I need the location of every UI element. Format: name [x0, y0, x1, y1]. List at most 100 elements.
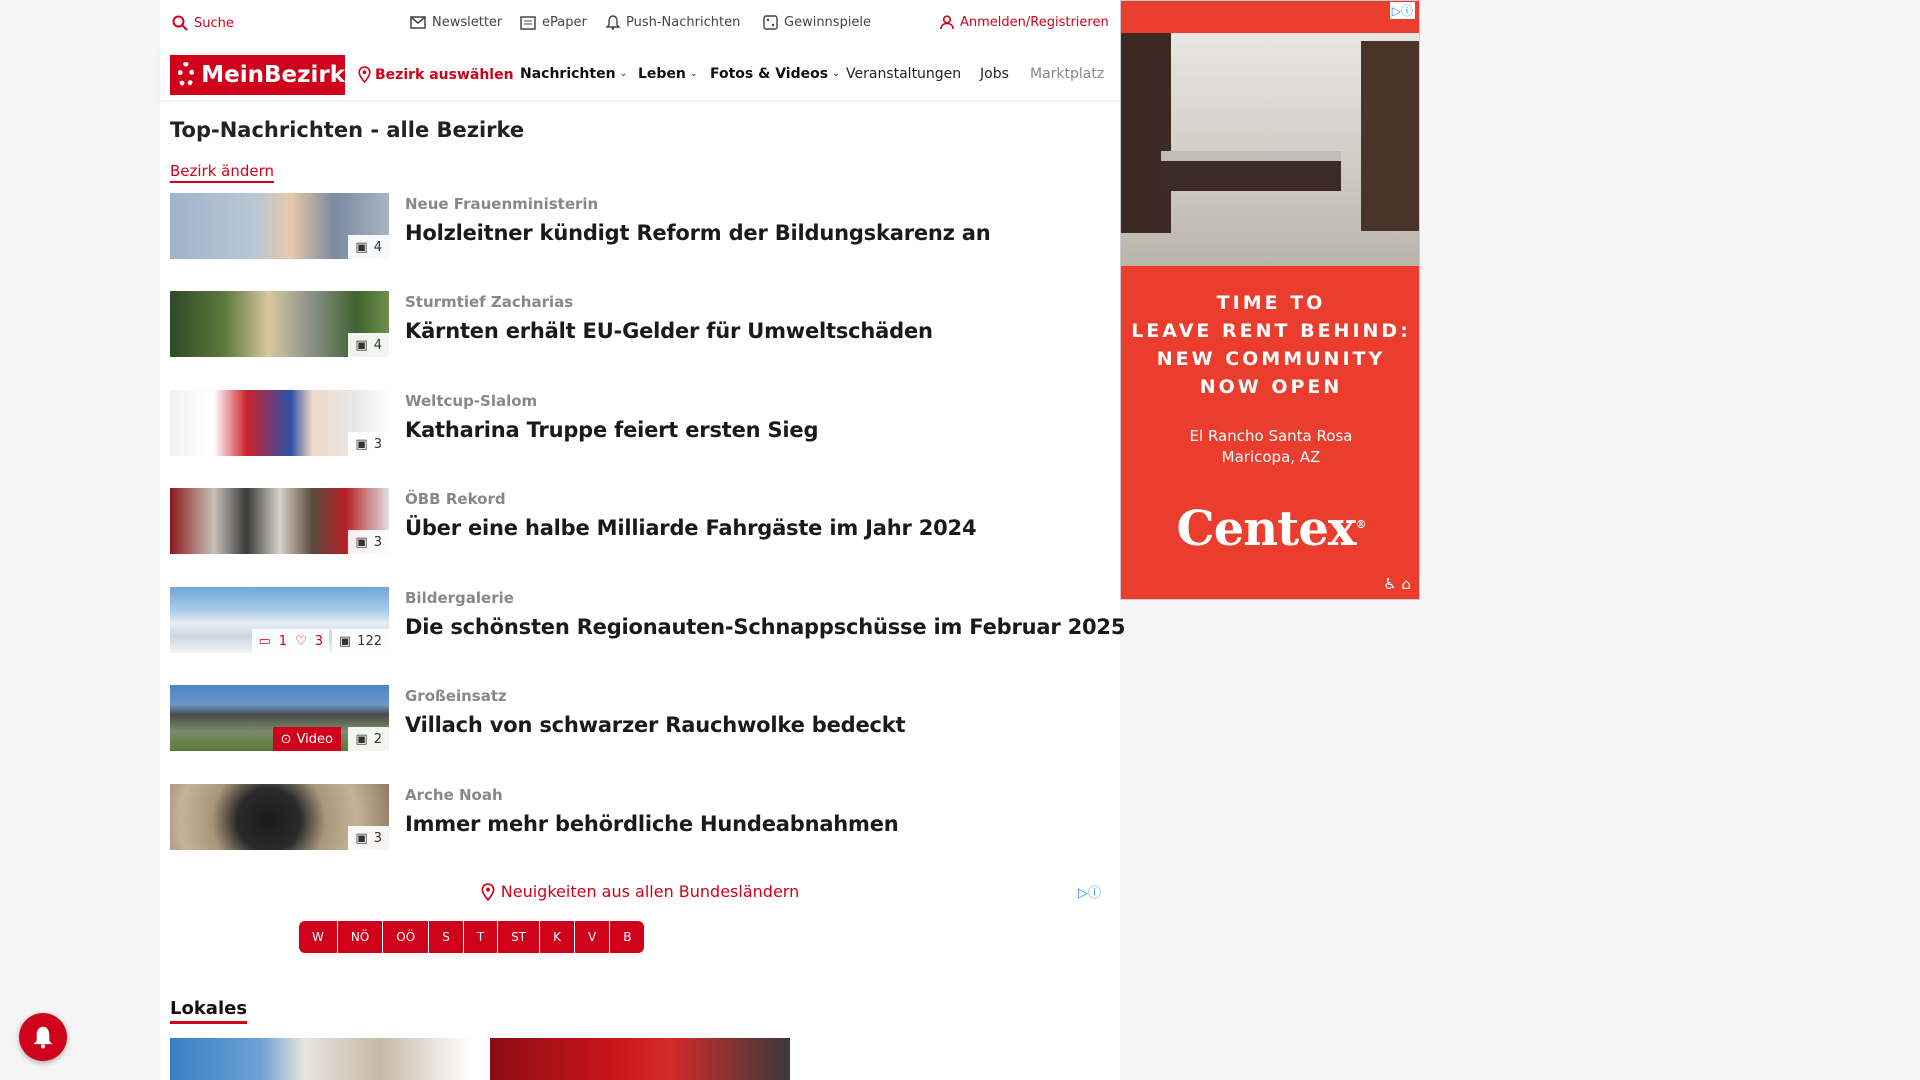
article-item[interactable]: ▣ 4 Neue Frauenministerin Holzleitner kün…: [170, 193, 1115, 259]
heart-icon: ♡: [295, 633, 307, 649]
registered-icon: ®: [1355, 518, 1366, 531]
nav-item-veranstaltungen[interactable]: Veranstaltungen: [846, 66, 961, 82]
article-kicker: Großeinsatz: [405, 687, 507, 705]
article-thumbnail[interactable]: ▣ 3: [170, 784, 389, 850]
article-headline[interactable]: Villach von schwarzer Rauchwolke bedeckt: [405, 713, 906, 737]
article-headline[interactable]: Holzleitner kündigt Reform der Bildungsk…: [405, 221, 991, 245]
ad-slogan-line: NOW OPEN: [1199, 376, 1343, 398]
search-label: Suche: [194, 15, 234, 31]
search-icon: [172, 15, 188, 31]
newsletter-link[interactable]: Newsletter: [410, 15, 502, 30]
video-badge: ⊙ Video: [272, 727, 341, 751]
image-count-badge: ▣ 122: [331, 629, 389, 653]
ad-choices-icon[interactable]: ▷ⓘ: [1389, 2, 1415, 19]
article-thumbnail[interactable]: ▣ 3: [170, 390, 389, 456]
article-headline[interactable]: Katharina Truppe feiert ersten Sieg: [405, 418, 819, 442]
article-item[interactable]: ▣ 3 Arche Noah Immer mehr behördliche Hun…: [170, 784, 1115, 850]
ad-choices-icon[interactable]: ▷ⓘ: [1078, 882, 1101, 901]
article-headline[interactable]: Über eine halbe Milliarde Fahrgäste im J…: [405, 516, 977, 540]
article-headline[interactable]: Die schönsten Regionauten-Schnappschüsse…: [405, 615, 1125, 639]
gallery-icon: ▣: [355, 337, 368, 353]
gallery-icon: ▣: [355, 436, 368, 452]
article-thumbnail[interactable]: ▣ 4: [170, 291, 389, 357]
ad-location-line: Maricopa, AZ: [1221, 448, 1321, 466]
ad-image-detail: [1121, 33, 1171, 233]
state-button-k[interactable]: K: [540, 921, 575, 953]
state-button-s[interactable]: S: [429, 921, 464, 953]
epaper-label: ePaper: [542, 15, 587, 30]
nav-item-nachrichten[interactable]: Nachrichten ⌄: [520, 66, 627, 82]
play-icon: ⊙: [280, 731, 292, 747]
state-button-b[interactable]: B: [610, 921, 645, 953]
push-link[interactable]: Push-Nachrichten: [606, 15, 740, 30]
mail-icon: [410, 16, 426, 29]
image-count-badge: ▣ 4: [348, 235, 389, 259]
state-button-st[interactable]: ST: [498, 921, 541, 953]
article-item[interactable]: ▭ 1 ♡ 3 ▣ 122 Bildergalerie Die schönsten R…: [170, 587, 1125, 653]
chevron-down-icon: ⌄: [619, 69, 628, 79]
gallery-icon: ▣: [338, 633, 352, 649]
location-pin-icon: [358, 66, 371, 83]
login-link[interactable]: Anmelden/Registrieren: [940, 15, 1109, 30]
nav-label: Veranstaltungen: [846, 66, 962, 82]
article-thumbnail[interactable]: ▭ 1 ♡ 3 ▣ 122: [170, 587, 389, 653]
district-select[interactable]: Bezirk auswählen: [358, 66, 514, 83]
gallery-icon: ▣: [355, 731, 368, 747]
article-kicker: Neue Frauenministerin: [405, 195, 599, 213]
state-button-ooe[interactable]: OÖ: [383, 921, 430, 953]
state-button-t[interactable]: T: [463, 921, 499, 953]
nav-item-leben[interactable]: Leben ⌄: [638, 66, 697, 82]
chevron-down-icon: ⌄: [832, 69, 840, 79]
article-item[interactable]: ⊙ Video ▣ 2 Großeinsatz Villach von schwar…: [170, 685, 1115, 751]
article-item[interactable]: ▣ 3 ÖBB Rekord Über eine halbe Milliarde …: [170, 488, 1115, 554]
article-kicker: ÖBB Rekord: [405, 490, 506, 508]
image-count-badge: ▣ 3: [348, 826, 389, 850]
location-pin-icon: [481, 882, 495, 901]
state-button-noe[interactable]: NÖ: [337, 921, 384, 953]
nav-label: Nachrichten: [520, 66, 616, 82]
image-count: 3: [373, 436, 382, 452]
nav-item-fotos-videos[interactable]: Fotos & Videos ⌄: [710, 66, 840, 82]
nav-label: Marktplatz: [1030, 66, 1105, 82]
change-district-link[interactable]: Bezirk ändern: [170, 162, 275, 183]
ad-slogan-line: NEW COMMUNITY: [1156, 348, 1386, 370]
bell-icon: [33, 1026, 53, 1049]
newspaper-icon: [520, 15, 536, 30]
nav-item-jobs[interactable]: Jobs: [980, 66, 1009, 82]
notification-bell-button[interactable]: [19, 1013, 67, 1061]
ad-location: El Rancho Santa Rosa Maricopa, AZ: [1121, 426, 1419, 468]
login-label: Anmelden/Registrieren: [960, 15, 1109, 30]
ad-brand-logo: Centex®: [1121, 501, 1419, 557]
article-thumbnail[interactable]: ▣ 4: [170, 193, 389, 259]
page-title: Top-Nachrichten - alle Bezirke: [170, 118, 525, 142]
article-headline[interactable]: Immer mehr behördliche Hundeabnahmen: [405, 812, 899, 836]
state-button-w[interactable]: W: [299, 921, 338, 953]
display-ad[interactable]: ▷ⓘ TIME TO LEAVE RENT BEHIND: NEW COMMUN…: [1120, 0, 1420, 600]
section-heading-lokales: Lokales: [170, 998, 248, 1024]
local-article-thumbnail[interactable]: [490, 1038, 790, 1080]
local-article-thumbnail[interactable]: [170, 1038, 470, 1080]
games-link[interactable]: Gewinnspiele: [763, 15, 871, 30]
article-headline[interactable]: Kärnten erhält EU-Gelder für Umweltschäd…: [405, 319, 933, 343]
ad-slogan: TIME TO LEAVE RENT BEHIND: NEW COMMUNITY…: [1121, 289, 1419, 401]
image-count: 3: [373, 830, 382, 846]
epaper-link[interactable]: ePaper: [520, 15, 587, 30]
image-count: 2: [373, 731, 382, 747]
site-logo[interactable]: MeinBezirk: [170, 55, 345, 95]
comment-count: 1: [278, 633, 288, 649]
image-count: 4: [373, 337, 382, 353]
chevron-down-icon: ⌄: [689, 69, 698, 79]
article-kicker: Weltcup-Slalom: [405, 392, 538, 410]
gallery-icon: ▣: [355, 534, 368, 550]
social-badge: ▭ 1 ♡ 3: [252, 629, 329, 653]
nav-item-marktplatz[interactable]: Marktplatz: [1030, 66, 1110, 82]
nav-label: Jobs: [980, 66, 1009, 82]
article-thumbnail[interactable]: ⊙ Video ▣ 2: [170, 685, 389, 751]
image-count: 4: [373, 239, 382, 255]
state-button-v[interactable]: V: [574, 921, 611, 953]
article-thumbnail[interactable]: ▣ 3: [170, 488, 389, 554]
newsletter-label: Newsletter: [432, 15, 503, 30]
article-item[interactable]: ▣ 3 Weltcup-Slalom Katharina Truppe feier…: [170, 390, 1115, 456]
article-item[interactable]: ▣ 4 Sturmtief Zacharias Kärnten erhält EU…: [170, 291, 1115, 357]
search-link[interactable]: Suche: [172, 15, 234, 31]
